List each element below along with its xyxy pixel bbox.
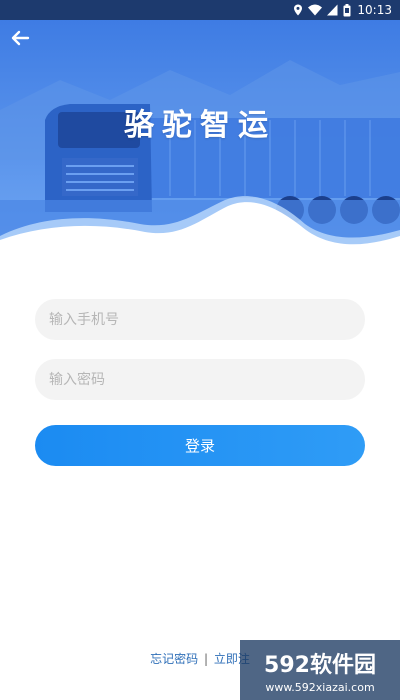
battery-icon [343, 3, 351, 16]
watermark-url: www.592xiazai.com [265, 681, 374, 694]
status-time: 10:13 [357, 3, 392, 17]
signal-icon [327, 4, 338, 16]
login-button[interactable]: 登录 [35, 425, 365, 466]
arrow-left-icon [11, 30, 30, 46]
app-title: 骆驼智运 [124, 108, 276, 143]
password-input[interactable] [35, 359, 365, 400]
footer-separator: | [203, 652, 209, 666]
hero-banner: 骆驼智运 [0, 0, 400, 248]
back-button[interactable] [8, 26, 36, 50]
wifi-icon [308, 4, 323, 16]
watermark-brand: 592软件园 [264, 652, 376, 678]
status-bar: 10:13 [0, 0, 400, 20]
location-icon [294, 4, 303, 16]
forgot-password-link[interactable]: 忘记密码 [150, 652, 198, 666]
phone-input[interactable] [35, 299, 365, 340]
watermark-logo: 592软件园 www.592xiazai.com [240, 640, 400, 700]
